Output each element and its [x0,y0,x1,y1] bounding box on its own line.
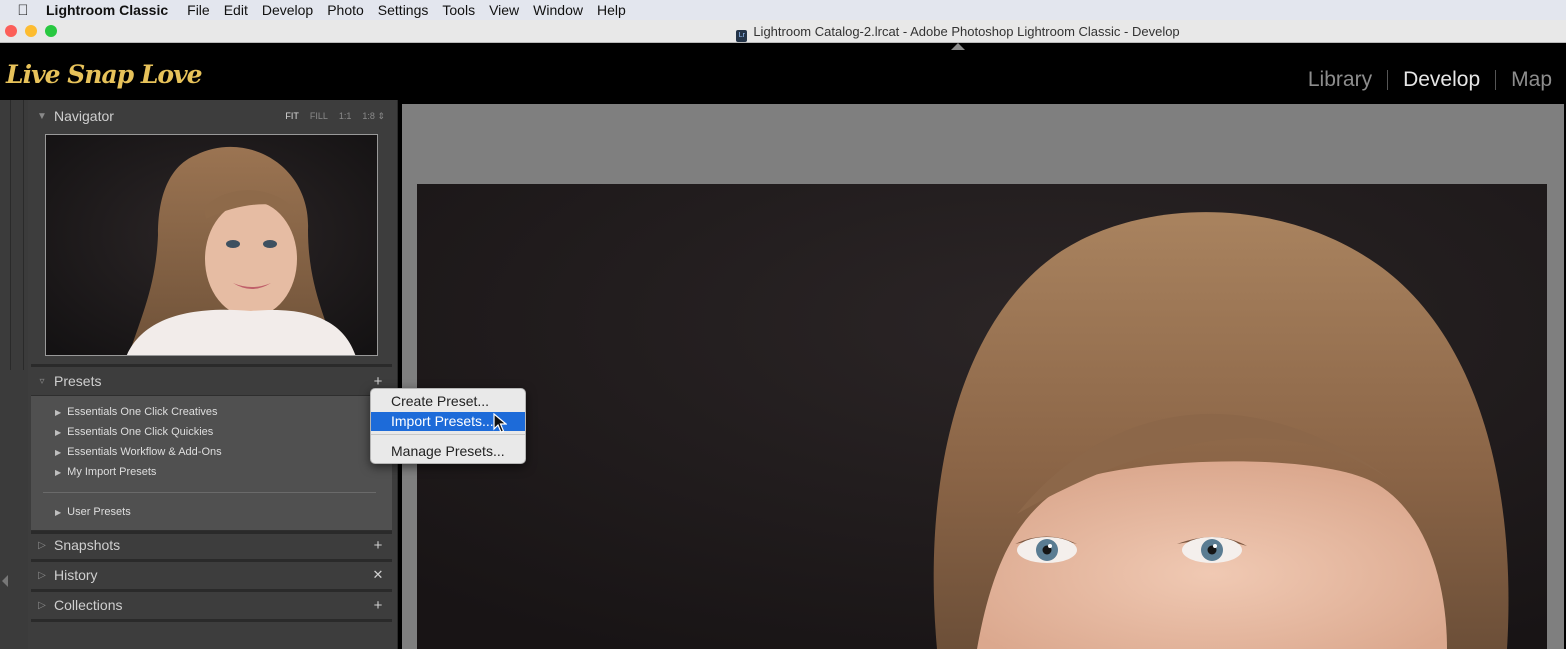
preset-group-label: My Import Presets [67,466,157,478]
zoom-custom-value: 1:8 [362,110,375,121]
navigator-header[interactable]: ▼ Navigator FIT FILL 1:1 1:8 ⇕ [30,102,391,130]
loupe-image [417,184,1547,649]
disclosure-arrow-icon: ▶ [55,408,62,417]
snapshots-title: Snapshots [54,537,121,553]
add-snapshot-plus-icon[interactable]: + [369,537,387,554]
zoom-fill-button[interactable]: FILL [310,111,328,122]
module-separator [1495,70,1497,90]
history-title: History [54,567,98,583]
preset-group-label: User Presets [67,506,131,518]
expand-triangle-icon: ▷ [38,569,46,581]
preset-group-item[interactable]: ▶ Essentials One Click Quickies [55,426,213,438]
menu-window[interactable]: Window [526,2,590,18]
add-collection-plus-icon[interactable]: + [369,597,387,614]
disclosure-arrow-icon: ▶ [55,468,62,477]
zoom-1to1-button[interactable]: 1:1 [339,111,352,122]
menu-tools[interactable]: Tools [435,2,482,18]
module-picker: Library Develop Map [1308,68,1552,92]
menu-view[interactable]: View [482,2,526,18]
preset-group-item[interactable]: ▶ My Import Presets [55,466,156,478]
menu-photo[interactable]: Photo [320,2,371,18]
menu-separator [371,434,525,435]
window-title-bar: Lr Lightroom Catalog-2.lrcat - Adobe Phot… [0,20,1566,43]
menu-edit[interactable]: Edit [217,2,255,18]
panel-resize-track[interactable] [10,100,24,370]
collapse-top-panel-icon[interactable] [951,43,965,50]
lightroom-document-icon: Lr [736,30,748,42]
zoom-custom-button[interactable]: 1:8 ⇕ [362,111,385,122]
add-preset-plus-icon[interactable]: + [369,373,387,390]
main-photo[interactable] [417,184,1547,649]
presets-list: ▶ Essentials One Click Creatives ▶ Essenti… [31,395,392,531]
clear-history-x-icon[interactable]: ✕ [369,567,387,583]
module-map[interactable]: Map [1511,68,1552,92]
panel-divider [31,619,392,622]
preset-group-item[interactable]: ▶ Essentials Workflow & Add-Ons [55,446,222,458]
menu-file[interactable]: File [180,2,217,18]
menu-settings[interactable]: Settings [371,2,436,18]
menu-app-name[interactable]: Lightroom Classic [46,2,180,18]
collapse-triangle-icon: ▼ [37,110,47,122]
system-menu-bar:  Lightroom Classic File Edit Develop Ph… [0,0,1566,20]
expand-triangle-icon: ▷ [38,539,46,551]
collapse-left-panel-icon[interactable] [2,575,8,587]
preset-group-label: Essentials One Click Creatives [67,406,218,418]
preset-group-label: Essentials One Click Quickies [67,426,214,438]
presets-separator [43,492,376,493]
left-panel-edge [0,100,28,649]
collections-header[interactable]: ▷ Collections + [30,591,391,619]
window-title: Lightroom Catalog-2.lrcat - Adobe Photos… [753,24,1180,39]
disclosure-arrow-icon: ▶ [55,508,62,517]
window-title-wrap: Lr Lightroom Catalog-2.lrcat - Adobe Phot… [0,24,1566,42]
navigator-title: Navigator [54,108,114,124]
module-separator [1387,70,1389,90]
preset-group-label: Essentials Workflow & Add-Ons [67,446,222,458]
stepper-arrows-icon: ⇕ [377,110,385,121]
create-preset-menu-item[interactable]: Create Preset... [371,392,525,411]
mouse-pointer-icon [493,413,507,433]
module-library[interactable]: Library [1308,68,1372,92]
navigator-thumbnail-image [46,135,377,355]
navigator-preview[interactable] [45,134,378,356]
apple-logo-icon[interactable]:  [0,2,46,19]
disclosure-arrow-icon: ▶ [55,448,62,457]
preset-group-item[interactable]: ▶ Essentials One Click Creatives [55,406,218,418]
menu-develop[interactable]: Develop [255,2,320,18]
zoom-fit-button[interactable]: FIT [285,111,299,122]
collapse-triangle-icon: ▿ [39,375,45,387]
navigator-zoom-modes: FIT FILL 1:1 1:8 ⇕ [285,111,385,122]
history-header[interactable]: ▷ History ✕ [30,561,391,589]
manage-presets-menu-item[interactable]: Manage Presets... [371,442,525,461]
expand-triangle-icon: ▷ [38,599,46,611]
disclosure-arrow-icon: ▶ [55,428,62,437]
presets-header[interactable]: ▿ Presets + [30,367,391,395]
identity-plate: Live Snap Love [6,60,203,89]
left-panel: ▼ Navigator FIT FILL 1:1 1:8 ⇕ ▿ Presets… [28,100,398,649]
snapshots-header[interactable]: ▷ Snapshots + [30,531,391,559]
menu-help[interactable]: Help [590,2,633,18]
module-develop[interactable]: Develop [1403,68,1480,92]
collections-title: Collections [54,597,123,613]
preset-group-item[interactable]: ▶ User Presets [55,506,131,518]
presets-title: Presets [54,373,102,389]
